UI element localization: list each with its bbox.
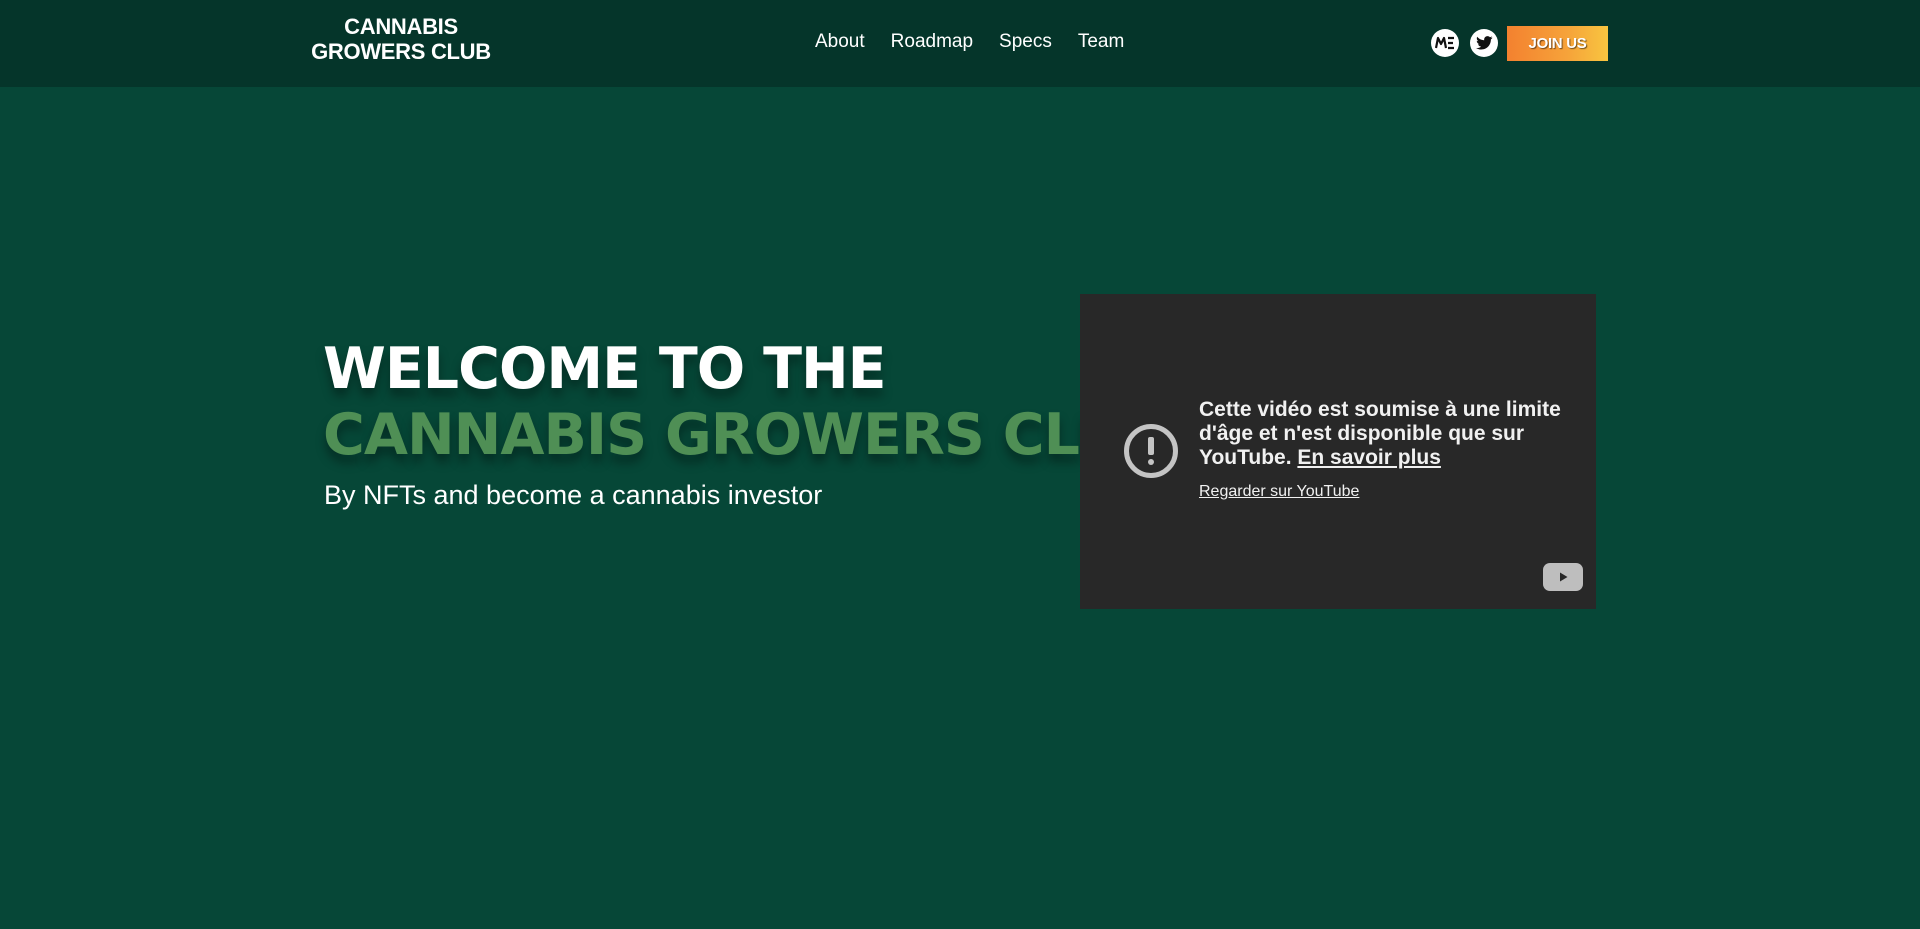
watch-on-youtube-link[interactable]: Regarder sur YouTube — [1199, 483, 1359, 501]
brand-line-1: CANNABIS — [344, 14, 458, 39]
youtube-play-icon[interactable] — [1543, 563, 1583, 591]
hero-title: WELCOME TO THE CANNABIS GROWERS CLUB — [323, 336, 1166, 468]
main-nav: About Roadmap Specs Team — [815, 31, 1124, 53]
navbar: CANNABIS GROWERS CLUB About Roadmap Spec… — [0, 0, 1920, 87]
video-embed[interactable]: Cette vidéo est soumise à une limite d'â… — [1080, 294, 1596, 609]
brand-line-2: GROWERS CLUB — [311, 39, 491, 64]
brand-logo[interactable]: CANNABIS GROWERS CLUB — [306, 14, 496, 64]
hero-title-line-2: CANNABIS GROWERS CLUB — [323, 402, 1166, 468]
join-us-button[interactable]: JOIN US — [1507, 26, 1608, 61]
video-restriction-message: Cette vidéo est soumise à une limite d'â… — [1199, 398, 1579, 470]
nav-item-team[interactable]: Team — [1078, 31, 1124, 53]
hero-subtitle: By NFTs and become a cannabis investor — [324, 480, 823, 510]
learn-more-link[interactable]: En savoir plus — [1297, 446, 1441, 469]
nav-item-roadmap[interactable]: Roadmap — [891, 31, 973, 53]
warning-icon — [1124, 424, 1178, 478]
nav-item-specs[interactable]: Specs — [999, 31, 1052, 53]
hero-title-line-1: WELCOME TO THE — [323, 336, 887, 402]
magic-eden-icon[interactable] — [1431, 29, 1459, 57]
twitter-icon[interactable] — [1470, 29, 1498, 57]
nav-item-about[interactable]: About — [815, 31, 865, 53]
